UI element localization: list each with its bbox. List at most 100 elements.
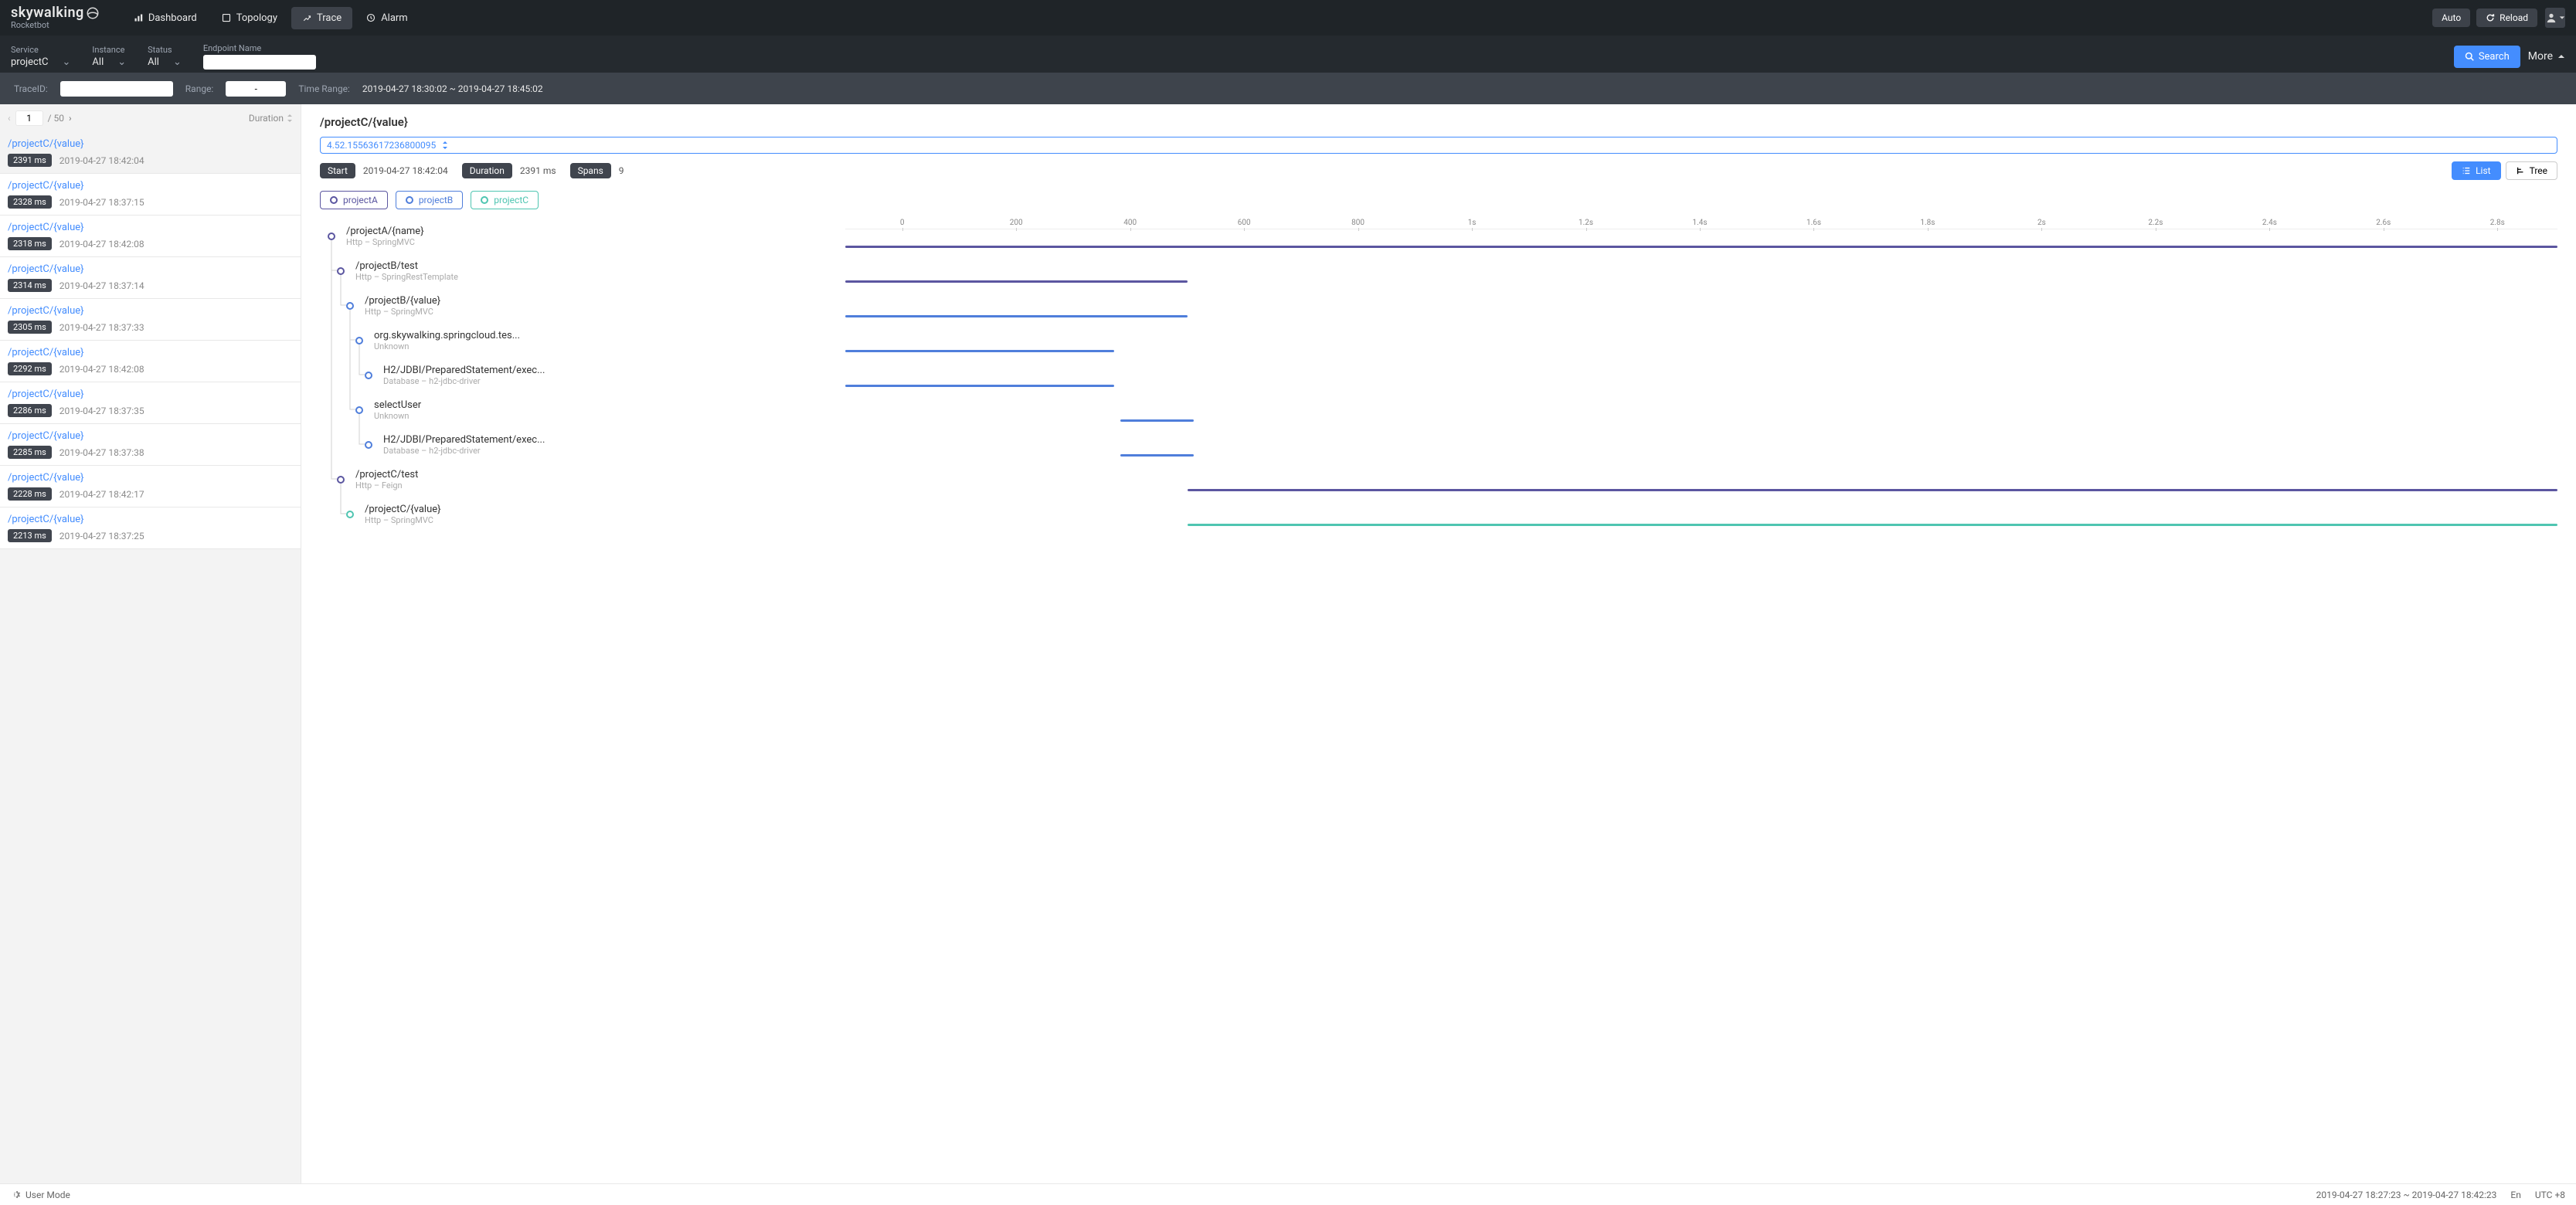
span-row[interactable]: /projectB/{value} Http – SpringMVC <box>320 288 845 323</box>
filter-service[interactable]: Service projectC⌄ <box>11 45 70 68</box>
trace-list[interactable]: /projectC/{value} 2391 ms 2019-04-27 18:… <box>0 132 301 1183</box>
trace-item[interactable]: /projectC/{value} 2292 ms 2019-04-27 18:… <box>0 341 301 382</box>
legend-projectC[interactable]: projectC <box>471 191 539 209</box>
trace-item[interactable]: /projectC/{value} 2318 ms 2019-04-27 18:… <box>0 216 301 257</box>
detail-title: /projectC/{value} <box>320 115 2557 129</box>
trace-sidebar: ‹ / 50 › Duration /projectC/{value} 2391… <box>0 104 301 1183</box>
duration-badge: 2391 ms <box>8 154 52 167</box>
time-axis: 02004006008001s1.2s1.4s1.6s1.8s2s2.2s2.4… <box>845 219 2557 229</box>
nav-dashboard[interactable]: Dashboard <box>123 7 208 29</box>
span-bar[interactable] <box>845 280 1188 283</box>
trace-item[interactable]: /projectC/{value} 2391 ms 2019-04-27 18:… <box>0 132 301 174</box>
span-row[interactable]: /projectA/{name} Http – SpringMVC <box>320 219 845 253</box>
gear-icon <box>11 1190 21 1200</box>
span-bar[interactable] <box>845 246 2557 248</box>
duration-badge: 2328 ms <box>8 195 52 209</box>
nav-alarm[interactable]: Alarm <box>355 7 419 29</box>
span-sub: Http – SpringMVC <box>365 307 440 317</box>
span-bar-row <box>845 403 2557 438</box>
auto-button[interactable]: Auto <box>2432 8 2470 27</box>
trace-time: 2019-04-27 18:42:08 <box>59 239 144 249</box>
trace-time: 2019-04-27 18:37:35 <box>59 406 144 416</box>
span-node-icon <box>328 233 335 240</box>
dashboard-icon <box>134 13 143 22</box>
filter-endpoint: Endpoint Name <box>203 43 316 70</box>
reload-button[interactable]: Reload <box>2476 8 2537 27</box>
trace-item[interactable]: /projectC/{value} 2213 ms 2019-04-27 18:… <box>0 507 301 549</box>
footer-tz[interactable]: UTC +8 <box>2535 1190 2565 1200</box>
trace-icon <box>302 13 311 22</box>
trace-item[interactable]: /projectC/{value} 2286 ms 2019-04-27 18:… <box>0 382 301 424</box>
legend-projectA[interactable]: projectA <box>320 191 388 209</box>
endpoint-input[interactable] <box>203 55 316 70</box>
trace-subbar: TraceID: Range: Time Range: 2019-04-27 1… <box>0 73 2576 104</box>
span-row[interactable]: org.skywalking.springcloud.tes... Unknow… <box>320 323 845 358</box>
trace-endpoint: /projectC/{value} <box>8 180 293 192</box>
trace-item[interactable]: /projectC/{value} 2285 ms 2019-04-27 18:… <box>0 424 301 466</box>
axis-tick: 200 <box>959 219 1072 227</box>
span-bar[interactable] <box>845 350 1114 352</box>
filter-status[interactable]: Status All⌄ <box>148 45 182 68</box>
span-bar[interactable] <box>845 385 1114 387</box>
pager-prev[interactable]: ‹ <box>8 113 11 124</box>
duration-badge: 2228 ms <box>8 487 52 501</box>
sort-duration[interactable]: Duration <box>249 113 293 124</box>
filter-instance[interactable]: Instance All⌄ <box>92 45 126 68</box>
span-bar-row <box>845 473 2557 507</box>
filter-bar: Service projectC⌄ Instance All⌄ Status A… <box>0 36 2576 73</box>
span-bar[interactable] <box>1120 454 1194 457</box>
user-menu[interactable] <box>2545 8 2565 28</box>
traceid-input[interactable] <box>60 81 173 97</box>
range-input[interactable] <box>226 81 286 97</box>
span-bar[interactable] <box>845 315 1188 317</box>
user-mode-toggle[interactable]: User Mode <box>25 1190 70 1200</box>
span-bar-row <box>845 264 2557 299</box>
footer-timerange[interactable]: 2019-04-27 18:27:23 ~ 2019-04-27 18:42:2… <box>2316 1190 2497 1200</box>
span-node-icon <box>365 372 372 379</box>
nav-trace[interactable]: Trace <box>291 7 352 29</box>
duration-value: 2391 ms <box>520 165 556 176</box>
span-bar[interactable] <box>1188 524 2557 526</box>
more-button[interactable]: More <box>2528 50 2565 63</box>
trace-item[interactable]: /projectC/{value} 2314 ms 2019-04-27 18:… <box>0 257 301 299</box>
start-value: 2019-04-27 18:42:04 <box>363 165 448 176</box>
trace-endpoint: /projectC/{value} <box>8 389 293 400</box>
start-tag: Start <box>320 163 355 178</box>
tree-view-button[interactable]: Tree <box>2506 161 2557 180</box>
trace-endpoint: /projectC/{value} <box>8 472 293 484</box>
span-bar[interactable] <box>1120 419 1194 422</box>
span-name: /projectA/{name} <box>346 226 424 237</box>
span-bar[interactable] <box>1188 489 2557 491</box>
span-row[interactable]: /projectC/{value} Http – SpringMVC <box>320 497 845 531</box>
user-icon <box>2546 12 2557 23</box>
spans-container: /projectA/{name} Http – SpringMVC /proje… <box>320 219 2557 1183</box>
trace-item[interactable]: /projectC/{value} 2328 ms 2019-04-27 18:… <box>0 174 301 216</box>
footer-lang[interactable]: En <box>2510 1190 2520 1200</box>
pager-input[interactable] <box>15 110 43 126</box>
duration-badge: 2318 ms <box>8 237 52 250</box>
search-button[interactable]: Search <box>2454 46 2520 68</box>
span-row[interactable]: selectUser Unknown <box>320 392 845 427</box>
axis-tick: 2.2s <box>2099 219 2212 227</box>
span-row[interactable]: H2/JDBI/PreparedStatement/exec... Databa… <box>320 358 845 392</box>
span-row[interactable]: /projectB/test Http – SpringRestTemplate <box>320 253 845 288</box>
range-label: Range: <box>185 83 214 94</box>
pager-next[interactable]: › <box>69 113 72 124</box>
span-sub: Unknown <box>374 411 421 421</box>
span-sub: Http – SpringRestTemplate <box>355 272 458 282</box>
list-view-button[interactable]: List <box>2452 161 2501 180</box>
trace-id-select[interactable]: 4.52.15563617236800095 <box>320 137 2557 154</box>
span-name: org.skywalking.springcloud.tes... <box>374 330 520 341</box>
span-row[interactable]: /projectC/test Http – Feign <box>320 462 845 497</box>
search-icon <box>2465 52 2474 61</box>
legend-projectB[interactable]: projectB <box>396 191 463 209</box>
duration-badge: 2314 ms <box>8 279 52 292</box>
trace-item[interactable]: /projectC/{value} 2305 ms 2019-04-27 18:… <box>0 299 301 341</box>
duration-badge: 2285 ms <box>8 446 52 459</box>
span-node-icon <box>346 302 354 310</box>
nav-topology[interactable]: Topology <box>211 7 288 29</box>
span-row[interactable]: H2/JDBI/PreparedStatement/exec... Databa… <box>320 427 845 462</box>
axis-tick: 2.6s <box>2326 219 2440 227</box>
trace-item[interactable]: /projectC/{value} 2228 ms 2019-04-27 18:… <box>0 466 301 507</box>
trace-endpoint: /projectC/{value} <box>8 263 293 275</box>
